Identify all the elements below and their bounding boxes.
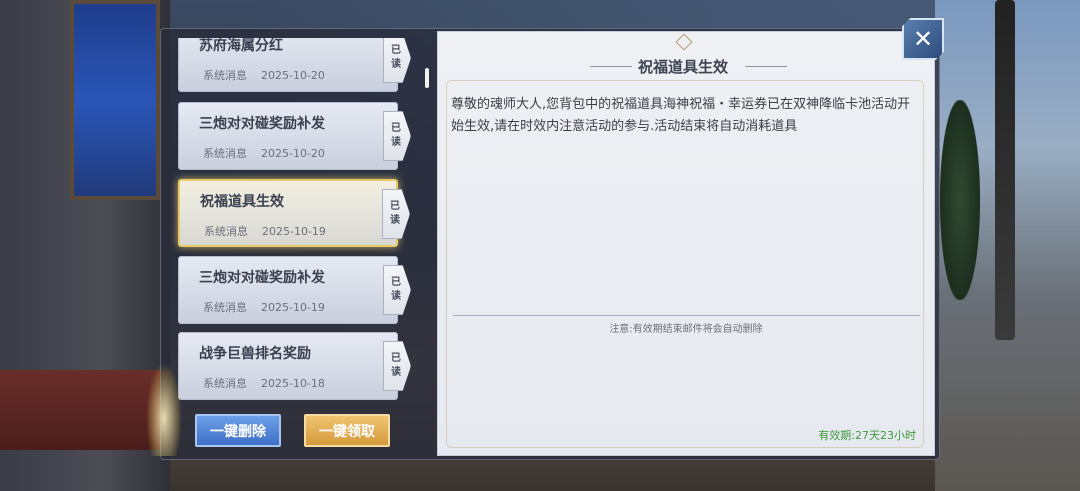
- title-divider-left: [590, 66, 632, 67]
- mail-category: 系统消息: [204, 225, 248, 238]
- background-carpet: [0, 370, 170, 450]
- mail-meta: 系统消息 2025-10-19: [204, 223, 326, 239]
- read-status-label: 已读: [391, 45, 401, 70]
- background-lamp-post: [995, 0, 1015, 340]
- read-status-label: 已读: [391, 353, 401, 378]
- close-button[interactable]: ✕: [902, 18, 944, 60]
- read-status-tag: 已读: [383, 111, 411, 161]
- read-status-label: 已读: [391, 123, 401, 148]
- mail-reader-title: 祝福道具生效: [638, 58, 729, 76]
- read-status-label: 已读: [390, 201, 400, 226]
- claim-all-button[interactable]: 一键领取: [304, 414, 390, 447]
- read-status-tag: 已读: [383, 38, 411, 83]
- mail-date: 2025-10-19: [262, 225, 326, 238]
- mail-list-item[interactable]: 战争巨兽排名奖励 系统消息 2025-10-18 已读: [178, 332, 411, 400]
- mail-meta: 系统消息 2025-10-18: [203, 375, 325, 391]
- background-tree: [940, 100, 980, 300]
- title-divider-right: [745, 66, 787, 67]
- mail-meta: 系统消息 2025-10-20: [203, 145, 325, 161]
- mail-title: 三炮对对碰奖励补发: [199, 270, 325, 286]
- mail-list[interactable]: 苏府海属分红 系统消息 2025-10-20 已读 三炮对对碰奖励补发 系统消息 2…: [170, 38, 428, 400]
- mail-category: 系统消息: [203, 147, 247, 160]
- mail-list-scrollbar[interactable]: [425, 68, 429, 88]
- close-icon: ✕: [912, 25, 934, 53]
- read-status-tag: 已读: [382, 189, 410, 239]
- mail-category: 系统消息: [203, 301, 247, 314]
- mail-reader-body: 尊敬的魂师大人,您背包中的祝福道具海神祝福・幸运券已在双神降临卡池活动开始生效,…: [451, 97, 911, 134]
- mail-title: 苏府海属分红: [199, 38, 283, 54]
- golden-branch-decoration: [146, 362, 182, 456]
- mail-date: 2025-10-18: [261, 377, 325, 390]
- mail-date: 2025-10-19: [261, 301, 325, 314]
- read-status-label: 已读: [391, 277, 401, 302]
- mail-title: 三炮对对碰奖励补发: [199, 116, 325, 132]
- read-status-tag: 已读: [383, 265, 411, 315]
- mail-meta: 系统消息 2025-10-20: [203, 67, 325, 83]
- mail-title: 战争巨兽排名奖励: [199, 346, 311, 362]
- mail-list-item[interactable]: 苏府海属分红 系统消息 2025-10-20 已读: [178, 38, 411, 92]
- mail-reader-note: 注意:有效期结束邮件将会自动删除: [609, 324, 763, 335]
- mail-list-item[interactable]: 三炮对对碰奖励补发 系统消息 2025-10-19 已读: [178, 256, 411, 324]
- delete-all-button[interactable]: 一键删除: [195, 414, 281, 447]
- mail-meta: 系统消息 2025-10-19: [203, 299, 325, 315]
- mail-category: 系统消息: [203, 377, 247, 390]
- background-stained-window: [70, 0, 160, 200]
- mail-expiry: 有效期:27天23小时: [818, 429, 916, 442]
- mail-title: 祝福道具生效: [200, 194, 284, 210]
- mail-category: 系统消息: [203, 69, 247, 82]
- read-status-tag: 已读: [383, 341, 411, 391]
- mail-list-item[interactable]: 三炮对对碰奖励补发 系统消息 2025-10-20 已读: [178, 102, 411, 170]
- mail-date: 2025-10-20: [261, 69, 325, 82]
- mail-date: 2025-10-20: [261, 147, 325, 160]
- mail-reader-divider: [453, 315, 920, 316]
- mail-list-item-selected[interactable]: 祝福道具生效 系统消息 2025-10-19 已读: [178, 179, 410, 247]
